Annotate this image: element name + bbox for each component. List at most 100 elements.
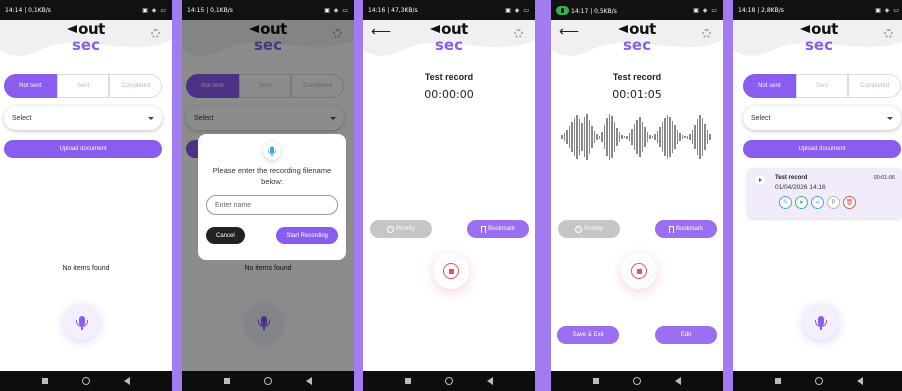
waveform-bar	[638, 117, 641, 157]
waveform-bar	[593, 131, 596, 143]
back-icon[interactable]	[487, 377, 493, 385]
status-icons: ▣ ◈ ▭	[324, 6, 349, 14]
share-icon[interactable]: ⋖	[811, 196, 824, 209]
screen-filename-dialog: 14:15 | 0,1KB/s ▣ ◈ ▭ out sec Not sent S…	[182, 0, 354, 391]
waveform-bar	[636, 120, 638, 154]
tab-completed[interactable]: Completed	[848, 74, 902, 98]
select-value: Select	[751, 114, 771, 122]
card-title: Test record	[775, 175, 808, 181]
home-icon[interactable]	[82, 377, 90, 385]
trash-icon[interactable]: 🗑	[843, 196, 856, 209]
recents-icon[interactable]	[405, 378, 411, 384]
android-nav-bar	[551, 371, 723, 391]
waveform-bar	[633, 124, 636, 150]
microphone-icon	[815, 315, 827, 330]
gear-icon[interactable]	[514, 29, 523, 38]
edit-icon[interactable]: ✎	[779, 196, 792, 209]
tab-sent[interactable]: Sent	[56, 74, 110, 98]
recents-icon[interactable]	[593, 378, 599, 384]
card-actions: ✎ ➤ ⋖ P 🗑	[779, 196, 856, 209]
document-select[interactable]: Select	[743, 106, 901, 130]
info-icon: !	[387, 225, 395, 233]
waveform-bar	[628, 133, 631, 141]
back-icon[interactable]	[124, 377, 130, 385]
cancel-button[interactable]: Cancel	[206, 227, 245, 244]
priority-button[interactable]: ! Priority	[558, 220, 620, 238]
waveform-bar	[701, 118, 704, 156]
recents-icon[interactable]	[42, 378, 48, 384]
bookmark-button[interactable]: Bookmark	[655, 220, 717, 238]
waveform-bar	[651, 136, 654, 138]
status-tabs: Not sent Sent Completed	[4, 74, 163, 98]
filename-dialog: Please enter the recording filename belo…	[198, 134, 346, 260]
waveform-bar	[669, 117, 671, 157]
bookmark-icon	[668, 225, 674, 233]
waveform-bar	[666, 115, 669, 159]
recording-title: Test record	[612, 72, 662, 82]
status-time: 14:17 | 0,5KB/s	[571, 7, 617, 15]
record-button[interactable]	[803, 304, 839, 340]
stop-button[interactable]	[621, 253, 657, 289]
recording-card[interactable]: Test record 01/04/2026 14:16 00:01:06 ✎ …	[747, 168, 902, 218]
back-icon[interactable]	[857, 377, 863, 385]
upload-document-button[interactable]: Upload document	[743, 140, 901, 158]
app-logo: out sec	[363, 20, 535, 54]
filename-input[interactable]: Enter name	[206, 195, 338, 215]
stop-button[interactable]	[433, 253, 469, 289]
back-icon[interactable]	[306, 377, 312, 385]
waveform-bar	[684, 136, 686, 138]
waveform-bar	[601, 132, 603, 142]
status-icons: ▣ ◈ ▭	[505, 6, 530, 14]
record-button[interactable]	[64, 304, 100, 340]
upload-document-button[interactable]: Upload document	[4, 140, 162, 158]
save-exit-button[interactable]: Save & Exit	[557, 326, 619, 344]
microphone-icon	[76, 315, 88, 330]
bookmark-button[interactable]: Bookmark	[467, 220, 529, 238]
dialog-mic-badge	[263, 142, 281, 160]
waveform-bar	[681, 135, 684, 139]
recording-footer: Save & Exit Edit	[557, 326, 717, 344]
waveform-bar	[603, 125, 606, 149]
screen-recorder-ready: 14:16 | 47,3KB/s ▣ ◈ ▭ ⟵ out sec Test re…	[363, 0, 535, 391]
status-bar: 14:17 | 0,5KB/s ▣ ◈ ▭	[551, 0, 723, 20]
gear-icon[interactable]	[702, 29, 711, 38]
priority-icon[interactable]: P	[827, 196, 840, 209]
tab-sent[interactable]: Sent	[795, 74, 849, 98]
waveform-bar	[621, 135, 623, 139]
stop-icon	[443, 263, 459, 279]
recents-icon[interactable]	[224, 378, 230, 384]
home-icon[interactable]	[633, 377, 641, 385]
waveform-bar	[671, 121, 674, 153]
tab-not-sent[interactable]: Not sent	[743, 74, 796, 98]
gear-icon[interactable]	[884, 29, 893, 38]
back-icon[interactable]	[675, 377, 681, 385]
home-icon[interactable]	[815, 377, 823, 385]
status-time: 14:14 | 0,1KB/s	[5, 6, 51, 14]
recents-icon[interactable]	[775, 378, 781, 384]
home-icon[interactable]	[264, 377, 272, 385]
recording-actions: ! Priority Bookmark	[370, 220, 529, 238]
mic-active-indicator	[556, 5, 569, 15]
status-bar: 14:18 | 2,8KB/s ▣ ◈ ▭	[733, 0, 902, 20]
waveform-bar	[679, 133, 681, 141]
dialog-prompt: Please enter the recording filename belo…	[212, 166, 332, 186]
waveform-bar	[591, 126, 593, 148]
edit-button[interactable]: Edit	[655, 326, 717, 344]
android-nav-bar	[0, 371, 172, 391]
document-select[interactable]: Select	[4, 106, 162, 130]
gear-icon[interactable]	[151, 29, 160, 38]
select-value: Select	[12, 114, 32, 122]
home-icon[interactable]	[445, 377, 453, 385]
waveform-bar	[699, 115, 701, 159]
start-recording-button[interactable]: Start Recording	[276, 227, 338, 244]
status-icons: ▣ ◈ ▭	[693, 6, 718, 14]
status-bar: 14:15 | 0,1KB/s ▣ ◈ ▭	[182, 0, 354, 20]
chevron-down-icon	[148, 116, 154, 120]
waveform-bar	[649, 135, 651, 139]
tab-not-sent[interactable]: Not sent	[4, 74, 57, 98]
waveform-bar	[631, 129, 633, 145]
tab-completed[interactable]: Completed	[109, 74, 163, 98]
send-icon[interactable]: ➤	[795, 196, 808, 209]
play-icon[interactable]	[755, 175, 765, 185]
priority-button[interactable]: ! Priority	[370, 220, 432, 238]
